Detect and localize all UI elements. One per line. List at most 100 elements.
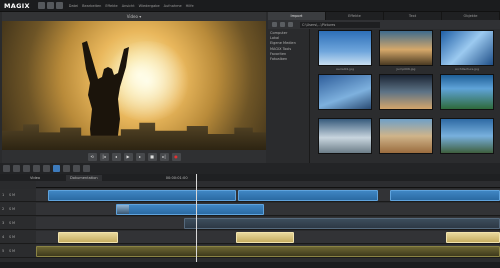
media-thumbnail[interactable] <box>318 30 372 66</box>
media-item[interactable] <box>379 74 433 118</box>
track-header[interactable]: 4 S M <box>0 231 36 244</box>
split-icon[interactable] <box>43 165 50 172</box>
timeline-clip[interactable] <box>390 190 500 201</box>
track-lane[interactable] <box>36 231 500 244</box>
track-lane[interactable] <box>36 189 500 202</box>
media-item[interactable] <box>318 74 372 118</box>
media-item[interactable] <box>440 74 494 118</box>
stop-button[interactable]: ■ <box>147 152 157 161</box>
cut-icon[interactable] <box>33 165 40 172</box>
media-item[interactable]: Aerial01.jpg <box>318 30 372 74</box>
folder-tree: Computer Lokal Eigene Medien MAGIX Tools Fav… <box>268 29 310 163</box>
pool-tab[interactable]: Effekte <box>326 12 384 20</box>
media-item[interactable] <box>440 118 494 162</box>
track-number: 3 <box>2 221 5 225</box>
media-item[interactable]: Architecture.jpg <box>440 30 494 74</box>
solo-mute-buttons[interactable]: S M <box>9 221 15 225</box>
solo-mute-buttons[interactable]: S M <box>9 235 15 239</box>
save-icon[interactable] <box>55 2 63 9</box>
menu-item[interactable]: Ansicht <box>122 4 135 8</box>
timeline-name: Video <box>30 175 41 180</box>
timecode: 00:00:01:00 <box>165 175 188 180</box>
timeline-clip[interactable] <box>236 232 294 243</box>
media-thumbnail[interactable] <box>440 74 494 110</box>
app-logo: MAGIX <box>4 1 30 10</box>
menu-item[interactable]: Wiedergabe <box>139 4 160 8</box>
timeline-clip[interactable] <box>238 190 378 201</box>
scene-tab[interactable]: Dokumentation <box>66 174 102 181</box>
timeline-clip[interactable] <box>58 232 118 243</box>
pool-toolbar: C:\Users\…\Pictures <box>268 20 500 29</box>
timeline-clip[interactable] <box>184 218 500 229</box>
solo-mute-buttons[interactable]: S M <box>9 207 15 211</box>
track-header[interactable]: 3 S M <box>0 217 36 230</box>
timeline-clip[interactable] <box>446 232 500 243</box>
solo-mute-buttons[interactable]: S M <box>9 249 15 253</box>
path-field[interactable]: C:\Users\…\Pictures <box>300 21 380 28</box>
pool-tab[interactable]: Objekte <box>442 12 500 20</box>
next-frame-button[interactable]: ▸ <box>135 152 145 161</box>
up-folder-icon[interactable] <box>288 22 293 27</box>
timeline-header: Video Dokumentation 00:00:01:00 <box>0 174 500 181</box>
solo-mute-buttons[interactable]: S M <box>9 193 15 197</box>
undo-icon[interactable] <box>3 165 10 172</box>
mouse-mode-icon[interactable] <box>53 165 60 172</box>
media-thumbnail[interactable] <box>379 74 433 110</box>
track-lane[interactable] <box>36 217 500 230</box>
timeline-clip[interactable] <box>36 246 500 257</box>
track-header[interactable]: 1 S M <box>0 189 36 202</box>
video-preview[interactable] <box>2 21 266 150</box>
media-thumbnail[interactable] <box>440 118 494 154</box>
quick-toolbar <box>37 2 63 9</box>
menu-item[interactable]: Hilfe <box>186 4 194 8</box>
redo-icon[interactable] <box>13 165 20 172</box>
link-icon[interactable] <box>73 165 80 172</box>
track-lane[interactable] <box>36 245 500 258</box>
track-number: 5 <box>2 249 5 253</box>
timeline-clip[interactable] <box>116 204 264 215</box>
menu-item[interactable]: Bearbeiten <box>82 4 101 8</box>
open-file-icon[interactable] <box>46 2 54 9</box>
preview-title[interactable]: Video ▾ <box>127 14 142 19</box>
loop-button[interactable]: ⟲ <box>87 152 97 161</box>
media-item[interactable] <box>318 118 372 162</box>
menu-item[interactable]: Aufnahme <box>164 4 182 8</box>
range-mode-icon[interactable] <box>63 165 70 172</box>
transport-controls: ⟲ |◂ ◂ ▶ ▸ ■ ▸| ● <box>2 150 266 163</box>
city-skyline <box>2 122 266 150</box>
media-thumbnail[interactable] <box>318 74 372 110</box>
media-label: Jump006.jpg <box>396 67 416 71</box>
media-grid: Aerial01.jpg Jump006.jpg Architecture.jpg <box>312 30 500 163</box>
media-label: Architecture.jpg <box>455 67 479 71</box>
menu-item[interactable]: Effekte <box>105 4 117 8</box>
delete-icon[interactable] <box>23 165 30 172</box>
media-item[interactable]: Jump006.jpg <box>379 30 433 74</box>
prev-frame-button[interactable]: ◂ <box>111 152 121 161</box>
timeline-clip[interactable] <box>48 190 236 201</box>
status-bar <box>0 262 500 268</box>
next-marker-button[interactable]: ▸| <box>159 152 169 161</box>
media-thumbnail[interactable] <box>379 118 433 154</box>
new-file-icon[interactable] <box>37 2 45 9</box>
menu-item[interactable]: Datei <box>69 4 78 8</box>
time-ruler[interactable] <box>36 181 500 188</box>
forward-icon[interactable] <box>280 22 285 27</box>
back-icon[interactable] <box>272 22 277 27</box>
pool-tab[interactable]: Import <box>268 12 326 20</box>
pool-tabs: Import Effekte Text Objekte <box>268 12 500 20</box>
track-lane[interactable] <box>36 203 500 216</box>
record-button[interactable]: ● <box>171 152 181 161</box>
media-thumbnail[interactable] <box>379 30 433 66</box>
playhead[interactable] <box>196 174 197 268</box>
media-thumbnail[interactable] <box>318 118 372 154</box>
media-thumbnail[interactable] <box>440 30 494 66</box>
folder-tree-item[interactable]: Fotoalben <box>270 57 307 62</box>
play-button[interactable]: ▶ <box>123 152 133 161</box>
track-header[interactable]: 2 S M <box>0 203 36 216</box>
prev-marker-button[interactable]: |◂ <box>99 152 109 161</box>
media-item[interactable] <box>379 118 433 162</box>
track-header[interactable]: 5 S M <box>0 245 36 258</box>
menu-list: Datei Bearbeiten Effekte Ansicht Wiedergabe A… <box>69 4 194 8</box>
snap-icon[interactable] <box>83 165 90 172</box>
pool-tab[interactable]: Text <box>384 12 442 20</box>
